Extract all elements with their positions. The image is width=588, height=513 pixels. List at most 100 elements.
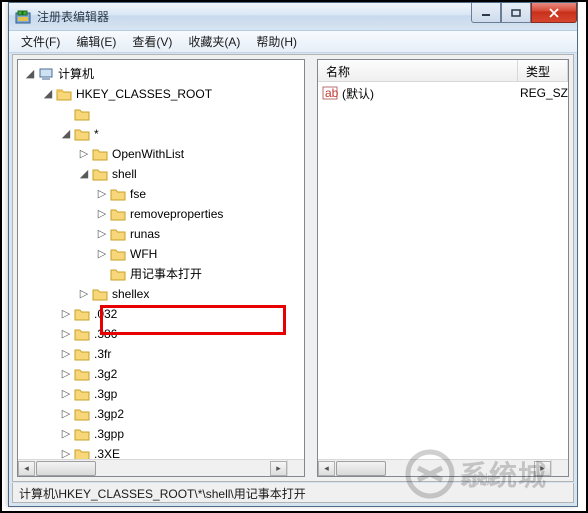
expander-icon[interactable]: ▷ xyxy=(58,344,74,364)
tree-label: .3gpp xyxy=(94,424,124,444)
value-type: REG_SZ xyxy=(512,86,568,100)
folder-icon xyxy=(110,267,126,281)
expander-icon[interactable]: ▷ xyxy=(76,284,92,304)
tree-node-star[interactable]: ◢ * xyxy=(22,124,304,144)
folder-icon xyxy=(74,407,90,421)
tree-node-hkcr[interactable]: ◢ HKEY_CLASSES_ROOT xyxy=(22,84,304,104)
folder-icon xyxy=(92,147,108,161)
column-header-name[interactable]: 名称 xyxy=(318,60,518,81)
tree-label: .3gp2 xyxy=(94,404,124,424)
scroll-left-button[interactable]: ◂ xyxy=(18,461,35,476)
values-pane: 名称 类型 ab (默认) REG_SZ ◂ ▸ xyxy=(317,59,569,477)
tree-node[interactable]: ▷ .3g2 xyxy=(22,364,304,384)
tree-node[interactable]: ▷ .386 xyxy=(22,324,304,344)
folder-icon xyxy=(74,347,90,361)
list-header: 名称 类型 xyxy=(318,60,568,82)
regedit-window: 注册表编辑器 文件(F) 编辑(E) 查看(V) 收藏夹(A) 帮助(H) ◢ xyxy=(8,2,578,507)
expander-icon[interactable]: ▷ xyxy=(94,224,110,244)
folder-icon xyxy=(74,427,90,441)
horizontal-scrollbar[interactable]: ◂ ▸ xyxy=(318,459,551,476)
tree-node[interactable]: ▷ .3gp2 xyxy=(22,404,304,424)
regedit-icon xyxy=(15,9,31,25)
tree-label: runas xyxy=(130,224,160,244)
folder-icon xyxy=(110,227,126,241)
maximize-button[interactable] xyxy=(501,3,531,23)
expander-icon[interactable]: ▷ xyxy=(94,244,110,264)
tree-node-shell[interactable]: ◢ shell xyxy=(22,164,304,184)
tree-label: 计算机 xyxy=(58,64,94,84)
menu-view[interactable]: 查看(V) xyxy=(124,30,180,53)
tree-node-openwithlist[interactable]: ▷ OpenWithList xyxy=(22,144,304,164)
folder-icon xyxy=(92,167,108,181)
folder-icon xyxy=(110,187,126,201)
expander-icon[interactable]: ◢ xyxy=(58,124,74,144)
expander-icon[interactable]: ▷ xyxy=(58,364,74,384)
tree-label: .3g2 xyxy=(94,364,117,384)
tree-node-notepad[interactable]: ▷ 用记事本打开 xyxy=(22,264,304,284)
tree-label: fse xyxy=(130,184,146,204)
horizontal-scrollbar[interactable]: ◂ ▸ xyxy=(18,459,287,476)
tree-node[interactable]: ▷ .032 xyxy=(22,304,304,324)
expander-icon[interactable]: ▷ xyxy=(58,304,74,324)
tree-node-removeproperties[interactable]: ▷ removeproperties xyxy=(22,204,304,224)
expander-icon[interactable]: ▷ xyxy=(94,204,110,224)
tree-label: .3gp xyxy=(94,384,117,404)
tree-label: .386 xyxy=(94,324,117,344)
tree-node[interactable]: ▷ xyxy=(22,104,304,124)
list-body[interactable]: ab (默认) REG_SZ xyxy=(318,82,568,104)
expander-icon[interactable]: ◢ xyxy=(40,84,56,104)
string-value-icon: ab xyxy=(322,85,338,101)
tree-label: * xyxy=(94,124,99,144)
titlebar[interactable]: 注册表编辑器 xyxy=(9,3,577,31)
tree-label: removeproperties xyxy=(130,204,223,224)
folder-icon xyxy=(110,207,126,221)
menu-favorites[interactable]: 收藏夹(A) xyxy=(180,30,248,53)
tree-label: WFH xyxy=(130,244,157,264)
folder-icon xyxy=(74,387,90,401)
expander-icon[interactable]: ▷ xyxy=(76,144,92,164)
folder-icon xyxy=(92,287,108,301)
menu-edit[interactable]: 编辑(E) xyxy=(68,30,124,53)
tree-label: 用记事本打开 xyxy=(130,264,202,284)
tree-node[interactable]: ▷ .3gp xyxy=(22,384,304,404)
minimize-button[interactable] xyxy=(471,3,501,23)
tree-node[interactable]: ▷ .3gpp xyxy=(22,424,304,444)
tree-node-fse[interactable]: ▷ fse xyxy=(22,184,304,204)
list-row[interactable]: ab (默认) REG_SZ xyxy=(318,84,568,102)
scroll-right-button[interactable]: ▸ xyxy=(270,461,287,476)
column-header-type[interactable]: 类型 xyxy=(518,60,568,81)
tree-label: shell xyxy=(112,164,137,184)
expander-icon[interactable]: ◢ xyxy=(76,164,92,184)
expander-icon[interactable]: ▷ xyxy=(58,324,74,344)
menu-help[interactable]: 帮助(H) xyxy=(248,30,305,53)
folder-icon xyxy=(74,327,90,341)
scroll-corner xyxy=(287,459,304,476)
tree-label: .032 xyxy=(94,304,117,324)
tree-label: .3fr xyxy=(94,344,111,364)
pane-splitter[interactable] xyxy=(309,55,313,481)
tree-node-runas[interactable]: ▷ runas xyxy=(22,224,304,244)
expander-icon[interactable]: ▷ xyxy=(94,184,110,204)
expander-icon[interactable]: ▷ xyxy=(58,404,74,424)
tree-pane: ◢ 计算机 ◢ HKEY_CLASSES_ROOT ▷ xyxy=(17,59,305,477)
folder-icon xyxy=(56,87,72,101)
expander-icon[interactable]: ▷ xyxy=(58,384,74,404)
tree-node-wfh[interactable]: ▷ WFH xyxy=(22,244,304,264)
tree-label: OpenWithList xyxy=(112,144,184,164)
menubar: 文件(F) 编辑(E) 查看(V) 收藏夹(A) 帮助(H) xyxy=(9,31,577,53)
tree-label: HKEY_CLASSES_ROOT xyxy=(76,84,212,104)
registry-tree[interactable]: ◢ 计算机 ◢ HKEY_CLASSES_ROOT ▷ xyxy=(18,60,304,477)
expander-icon[interactable]: ◢ xyxy=(22,64,38,84)
close-button[interactable] xyxy=(531,3,577,23)
expander-icon[interactable]: ▷ xyxy=(58,424,74,444)
tree-node-computer[interactable]: ◢ 计算机 xyxy=(22,64,304,84)
statusbar: 计算机\HKEY_CLASSES_ROOT\*\shell\用记事本打开 xyxy=(12,483,574,503)
scroll-left-button[interactable]: ◂ xyxy=(318,461,335,476)
tree-node[interactable]: ▷ .3fr xyxy=(22,344,304,364)
folder-icon xyxy=(110,247,126,261)
scroll-right-button[interactable]: ▸ xyxy=(534,461,551,476)
svg-text:ab: ab xyxy=(325,86,338,100)
menu-file[interactable]: 文件(F) xyxy=(13,30,68,53)
statusbar-path: 计算机\HKEY_CLASSES_ROOT\*\shell\用记事本打开 xyxy=(19,487,306,501)
tree-node-shellex[interactable]: ▷ shellex xyxy=(22,284,304,304)
